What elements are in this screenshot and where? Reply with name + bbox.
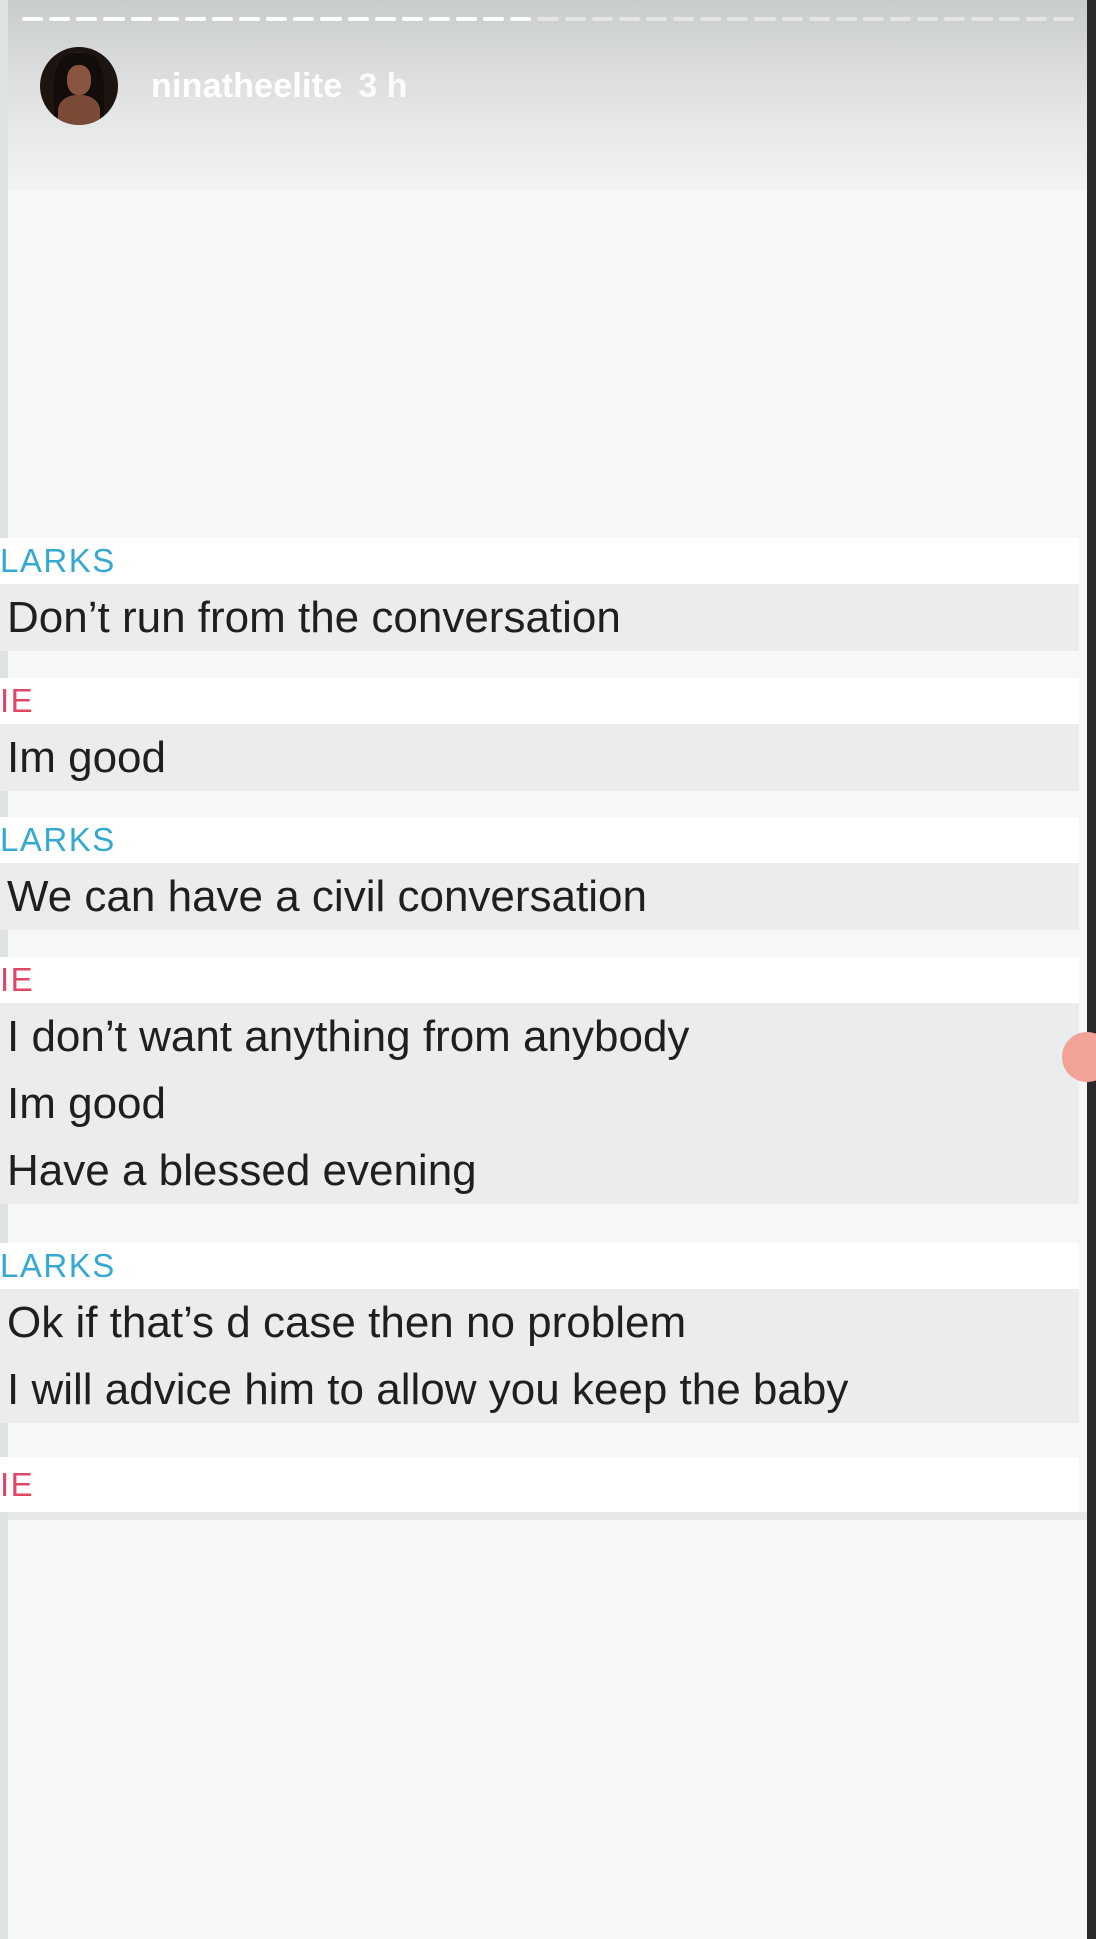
- progress-segment: [1052, 17, 1074, 21]
- message-group: Don’t run from the conversation: [0, 584, 1079, 651]
- progress-segment: [673, 17, 695, 21]
- chat-block: IE I don’t want anything from anybody Im…: [0, 957, 1079, 1204]
- avatar[interactable]: [40, 47, 118, 125]
- progress-segment: [103, 17, 125, 21]
- progress-segment: [130, 17, 152, 21]
- progress-segment: [76, 17, 98, 21]
- sender-label: LARKS: [0, 1243, 1079, 1289]
- message-group: Im good: [0, 724, 1079, 791]
- username[interactable]: ninatheelite: [151, 67, 342, 106]
- progress-segment: [428, 17, 450, 21]
- progress-segment: [456, 17, 478, 21]
- sender-label: LARKS: [0, 538, 1079, 584]
- progress-segment: [781, 17, 803, 21]
- chat-block: LARKS Don’t run from the conversation: [0, 538, 1079, 651]
- chat-block: LARKS We can have a civil conversation: [0, 817, 1079, 930]
- progress-segment: [510, 17, 532, 21]
- progress-segment: [944, 17, 966, 21]
- progress-segment: [890, 17, 912, 21]
- message-line: Ok if that’s d case then no problem: [7, 1297, 687, 1347]
- story-viewer[interactable]: ninatheelite 3 h LARKS Don’t run from th…: [0, 0, 1096, 1939]
- message-line: Im good: [7, 732, 166, 782]
- chat-block: IE: [0, 1457, 1079, 1512]
- progress-segment: [754, 17, 776, 21]
- progress-segment: [564, 17, 586, 21]
- progress-segment: [401, 17, 423, 21]
- progress-segment: [157, 17, 179, 21]
- message-group: We can have a civil conversation: [0, 863, 1079, 930]
- story-header: ninatheelite 3 h: [40, 46, 407, 126]
- time-ago: 3 h: [358, 66, 408, 105]
- message-group: Ok if that’s d case then no problem I wi…: [0, 1289, 1079, 1423]
- progress-segment: [266, 17, 288, 21]
- progress-segment: [483, 17, 505, 21]
- progress-segment: [645, 17, 667, 21]
- sender-label: LARKS: [0, 817, 1079, 863]
- progress-segment: [618, 17, 640, 21]
- progress-segment: [211, 17, 233, 21]
- message-line: Have a blessed evening: [7, 1145, 477, 1195]
- story-progress-bar: [22, 17, 1074, 21]
- progress-segment: [591, 17, 613, 21]
- message-line: I don’t want anything from anybody: [7, 1011, 690, 1061]
- progress-segment: [862, 17, 884, 21]
- chat-block: IE Im good: [0, 678, 1079, 791]
- progress-segment: [537, 17, 559, 21]
- progress-segment: [1025, 17, 1047, 21]
- progress-segment: [971, 17, 993, 21]
- progress-segment: [998, 17, 1020, 21]
- message-line: Don’t run from the conversation: [7, 592, 621, 642]
- chat-bottom-divider: [8, 1512, 1087, 1520]
- progress-segment: [184, 17, 206, 21]
- progress-segment: [374, 17, 396, 21]
- message-line: I will advice him to allow you keep the …: [7, 1364, 849, 1414]
- progress-segment: [320, 17, 342, 21]
- progress-segment: [347, 17, 369, 21]
- sender-label: IE: [0, 678, 1079, 724]
- message-group: I don’t want anything from anybody Im go…: [0, 1003, 1079, 1204]
- chat-block: LARKS Ok if that’s d case then no proble…: [0, 1243, 1079, 1423]
- progress-segment: [700, 17, 722, 21]
- right-edge: [1087, 0, 1096, 1939]
- progress-segment: [239, 17, 261, 21]
- avatar-body: [58, 95, 100, 125]
- progress-segment: [49, 17, 71, 21]
- avatar-face: [67, 65, 91, 95]
- progress-segment: [808, 17, 830, 21]
- progress-segment: [22, 17, 44, 21]
- progress-segment: [835, 17, 857, 21]
- progress-segment: [917, 17, 939, 21]
- message-line: We can have a civil conversation: [7, 871, 647, 921]
- sender-label: IE: [0, 957, 1079, 1003]
- sender-label: IE: [0, 1457, 1079, 1512]
- progress-segment: [727, 17, 749, 21]
- progress-segment: [293, 17, 315, 21]
- message-line: Im good: [7, 1078, 166, 1128]
